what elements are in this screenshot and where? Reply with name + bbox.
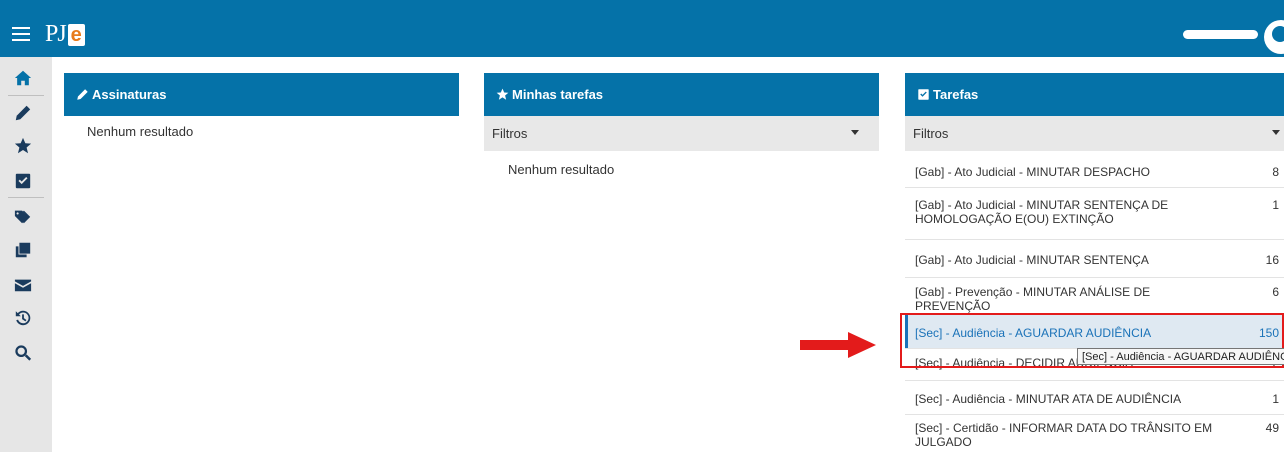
menu-icon[interactable] (12, 27, 30, 41)
checkbox-icon (918, 89, 929, 100)
pencil-icon[interactable] (12, 102, 34, 124)
logo-e: e (67, 24, 85, 46)
task-count: 1 (1272, 198, 1279, 212)
task-label: [Sec] - Certidão - INFORMAR DATA DO TRÂN… (915, 421, 1213, 449)
tarefas-filter[interactable]: Filtros (905, 116, 1284, 151)
checkbox-icon[interactable] (12, 170, 34, 192)
top-bar: PJ e (0, 0, 1284, 57)
task-label: [Gab] - Ato Judicial - MINUTAR SENTENÇA (915, 253, 1149, 267)
envelope-icon[interactable] (12, 274, 34, 296)
history-icon[interactable] (12, 307, 34, 329)
task-label: [Gab] - Ato Judicial - MINUTAR DESPACHO (915, 165, 1150, 179)
tags-icon[interactable] (12, 205, 34, 227)
caret-down-icon (851, 130, 859, 135)
task-tooltip: [Sec] - Audiência - AGUARDAR AUDIÊNCIA (1077, 348, 1284, 365)
minhas-tarefas-title: Minhas tarefas (512, 87, 604, 102)
task-label: [Gab] - Prevenção - MINUTAR ANÁLISE DE P… (915, 285, 1151, 313)
star-icon[interactable] (12, 135, 34, 157)
sidebar-divider (8, 197, 44, 198)
assinaturas-empty-message: Nenhum resultado (87, 124, 194, 139)
task-row[interactable]: [Gab] - Ato Judicial - MINUTAR DESPACHO … (905, 151, 1284, 188)
pje-logo[interactable]: PJ e (45, 20, 85, 48)
assinaturas-title: Assinaturas (92, 87, 167, 102)
star-icon (496, 88, 509, 100)
task-row-selected[interactable]: [Sec] - Audiência - AGUARDAR AUDIÊNCIA 1… (905, 315, 1284, 349)
task-count: 1 (1272, 392, 1279, 406)
annotation-arrow-icon (800, 332, 876, 358)
task-count: 8 (1272, 165, 1279, 179)
task-count: 49 (1265, 421, 1279, 435)
task-label: [Gab] - Ato Judicial - MINUTAR SENTENÇA … (915, 198, 1169, 226)
clone-icon[interactable] (12, 239, 34, 261)
home-icon[interactable] (12, 67, 34, 89)
task-row[interactable]: [Gab] - Ato Judicial - MINUTAR SENTENÇA … (905, 240, 1284, 278)
caret-down-icon (1272, 130, 1280, 135)
filter-label: Filtros (913, 126, 949, 141)
tarefas-title: Tarefas (933, 87, 979, 102)
tarefas-panel-header: Tarefas (905, 73, 1284, 116)
logo-text: PJ (45, 21, 67, 47)
assinaturas-panel-header: Assinaturas (64, 73, 459, 116)
minhas-tarefas-panel-header: Minhas tarefas (484, 73, 879, 116)
sidebar (0, 57, 52, 452)
minhas-tarefas-filter[interactable]: Filtros (484, 116, 879, 151)
minhas-tarefas-empty-message: Nenhum resultado (508, 162, 615, 177)
sidebar-divider (8, 95, 44, 96)
task-count: 16 (1265, 253, 1279, 267)
task-label: [Sec] - Audiência - AGUARDAR AUDIÊNCIA (915, 326, 1152, 340)
pencil-icon (77, 89, 88, 100)
task-label: [Sec] - Audiência - MINUTAR ATA DE AUDIÊ… (915, 392, 1182, 406)
filter-label: Filtros (492, 126, 528, 141)
task-count: 150 (1258, 326, 1279, 340)
user-name-redacted[interactable] (1183, 30, 1258, 39)
search-icon[interactable] (12, 342, 34, 364)
user-avatar-icon[interactable] (1264, 20, 1284, 54)
task-row[interactable]: [Sec] - Audiência - MINUTAR ATA DE AUDIÊ… (905, 381, 1284, 415)
task-row[interactable]: [Gab] - Ato Judicial - MINUTAR SENTENÇA … (905, 188, 1284, 240)
task-row[interactable]: [Sec] - Certidão - INFORMAR DATA DO TRÂN… (905, 415, 1284, 455)
task-count: 6 (1272, 285, 1279, 299)
